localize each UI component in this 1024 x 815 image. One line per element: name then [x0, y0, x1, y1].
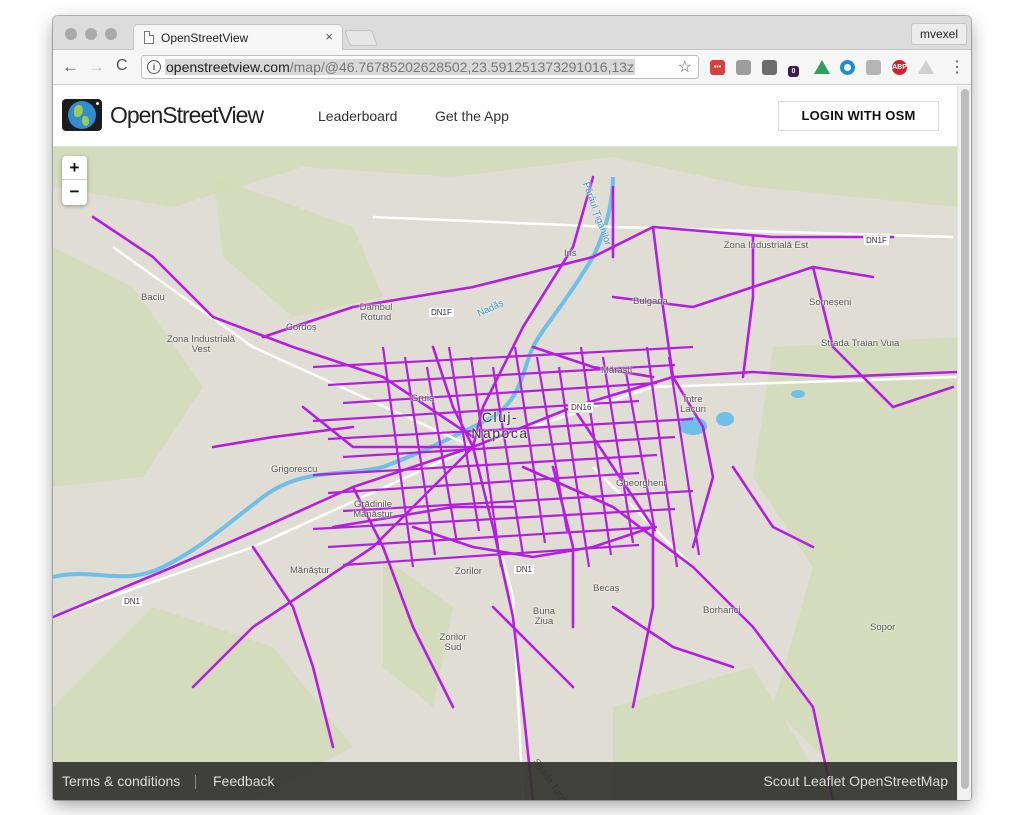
map-label: Între Lacuri: [680, 394, 706, 415]
page-icon: [144, 31, 154, 44]
info-icon[interactable]: i: [147, 60, 161, 74]
coverage-track: [557, 366, 591, 568]
menu-icon[interactable]: ⋮: [949, 57, 965, 77]
map-label: Gruia: [411, 393, 435, 404]
map-label: Grădinile Mănăștur: [353, 499, 393, 520]
minimize-window-button[interactable]: [85, 28, 97, 40]
city-label-line: Cluj-: [481, 409, 519, 425]
address-bar[interactable]: i openstreetview.com/map/@46.76785202628…: [141, 55, 699, 79]
map-label: Zorilor Sud: [439, 632, 467, 653]
map-label: Bulgaria: [633, 296, 668, 307]
new-tab-button[interactable]: [344, 30, 378, 46]
map-label: Borhanci: [703, 605, 741, 616]
attribution-link[interactable]: Scout Leaflet OpenStreetMap: [764, 773, 948, 789]
page-content: OpenStreetView Leaderboard Get the App L…: [53, 86, 957, 800]
city-label: Cluj- Napoca: [465, 409, 535, 441]
map-label: Cordoș: [286, 322, 317, 333]
ring-icon[interactable]: [840, 60, 855, 75]
zoom-control: + −: [62, 156, 87, 205]
map-label: Gheorgheni: [616, 478, 666, 489]
coverage-track: [551, 465, 575, 629]
zoom-in-button[interactable]: +: [62, 156, 87, 180]
map-label: Zona Industrială Est: [723, 240, 809, 251]
nav-leaderboard[interactable]: Leaderboard: [318, 108, 397, 124]
map-label: Sopor: [870, 622, 896, 633]
url-path: /map/@46.76785202628502,23.5912513732910…: [289, 59, 635, 75]
road-shield: DN1F: [863, 235, 890, 246]
browser-tab[interactable]: OpenStreetView ×: [133, 24, 343, 51]
bookmark-star-icon[interactable]: ☆: [678, 57, 692, 77]
map-label: Baciu: [141, 292, 165, 303]
scrollbar-thumb[interactable]: [961, 89, 969, 789]
browser-window: OpenStreetView × mvexel ← → C i openstre…: [53, 16, 971, 800]
back-icon[interactable]: ←: [62, 57, 79, 77]
google-drive-icon[interactable]: [814, 60, 830, 74]
forward-icon[interactable]: →: [88, 57, 105, 77]
globe-icon: [68, 101, 96, 129]
footer-divider: [195, 775, 196, 789]
feedback-link[interactable]: Feedback: [213, 773, 274, 789]
lightbulb-icon[interactable]: [762, 60, 777, 75]
drive-gray-icon[interactable]: [918, 60, 934, 74]
map-label: Mărăști: [601, 365, 633, 376]
nav-get-the-app[interactable]: Get the App: [435, 108, 509, 124]
maximize-window-button[interactable]: [105, 28, 117, 40]
logo-camera-globe-icon[interactable]: [62, 99, 102, 131]
profile-button[interactable]: mvexel: [910, 23, 967, 45]
tab-title: OpenStreetView: [161, 31, 249, 45]
brand-name[interactable]: OpenStreetView: [110, 102, 264, 129]
park-area: [213, 177, 383, 317]
tab-bar: OpenStreetView × mvexel: [53, 16, 971, 51]
url-text[interactable]: openstreetview.com/map/@46.7678520262850…: [165, 59, 636, 75]
road-shield: DN1: [513, 564, 536, 575]
adblock-plus-icon[interactable]: ABP: [892, 60, 907, 75]
footer-bar: Terms & conditions Feedback Scout Leafle…: [53, 762, 957, 800]
close-tab-icon[interactable]: ×: [325, 29, 333, 44]
login-with-osm-button[interactable]: LOGIN WITH OSM: [778, 101, 939, 131]
site-header: OpenStreetView Leaderboard Get the App L…: [53, 86, 957, 147]
road-shield: DN16: [568, 402, 595, 413]
road-shield: DN1F: [428, 307, 455, 318]
coverage-track: [211, 425, 355, 449]
road: [471, 446, 525, 800]
lake: [716, 412, 734, 426]
map-label: Someșeni: [809, 297, 852, 308]
coverage-track: [342, 543, 640, 567]
notes-icon[interactable]: [866, 60, 881, 75]
map-label: Mănăștur: [290, 565, 330, 576]
lastpass-icon[interactable]: •••: [710, 60, 725, 75]
zoom-out-button[interactable]: −: [62, 180, 87, 204]
camera-icon[interactable]: [736, 60, 751, 75]
map-label: Iris: [564, 248, 577, 259]
coverage-track: [611, 605, 735, 669]
page-scrollbar[interactable]: [957, 86, 971, 800]
ghostery-icon[interactable]: 0: [788, 66, 799, 77]
reload-icon[interactable]: C: [116, 57, 128, 75]
coverage-track: [312, 345, 694, 369]
map-label: Zorilor: [455, 566, 482, 577]
map-label: Strada Traian Vuia: [821, 338, 900, 349]
park-area: [53, 147, 957, 207]
browser-toolbar: ← → C i openstreetview.com/map/@46.76785…: [53, 50, 971, 85]
lake: [791, 390, 805, 398]
camera-flash-dot: [96, 102, 99, 105]
map-label: Grigorescu: [271, 464, 318, 475]
coverage-track: [741, 235, 755, 379]
city-label-line: Napoca: [471, 425, 529, 441]
map-canvas[interactable]: [53, 147, 957, 800]
close-window-button[interactable]: [65, 28, 77, 40]
map-label: Dâmbul Rotund: [359, 302, 393, 323]
map-label: Becaș: [593, 583, 620, 594]
map-view[interactable]: Baciu Zona Industrială Vest Cordoș Dâmbu…: [53, 147, 957, 800]
map-label: Zona Industrială Vest: [166, 334, 236, 355]
map-label: Buna Ziua: [532, 606, 556, 627]
coverage-track: [491, 366, 525, 556]
terms-link[interactable]: Terms & conditions: [62, 773, 180, 789]
url-host: openstreetview.com: [166, 59, 290, 75]
road-shield: DN1: [121, 596, 144, 607]
